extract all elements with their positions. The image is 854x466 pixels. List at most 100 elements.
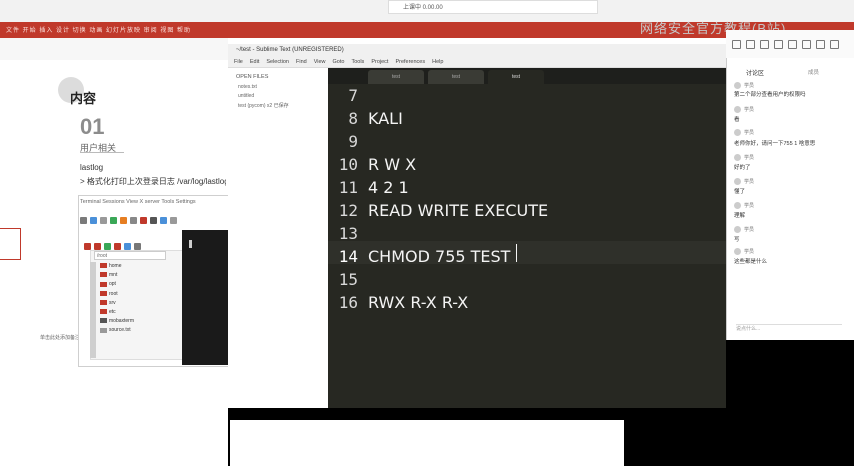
sublime-title-bar[interactable]: ~/test - Sublime Text (UNREGISTERED): [228, 44, 728, 57]
tools-icon[interactable]: [120, 217, 127, 224]
list-item[interactable]: srv: [100, 299, 134, 308]
slide-line-2: > 格式化打印上次登录日志 /var/log/lastlog: [80, 177, 226, 186]
help-icon[interactable]: [150, 217, 157, 224]
code-lines: 7 8 KALI 9 10 R W X 11 4 2 1 12 READ WRI…: [328, 84, 728, 314]
ribbon-toolbar: [0, 38, 228, 61]
open-files-header: OPEN FILES: [236, 74, 269, 80]
text-icon[interactable]: [802, 40, 811, 49]
sftp-side-tabs[interactable]: [90, 262, 96, 358]
menu-file[interactable]: File: [234, 59, 243, 65]
session-icon[interactable]: [90, 217, 97, 224]
menu-preferences[interactable]: Preferences: [395, 59, 425, 65]
code-line[interactable]: R W X: [368, 153, 416, 176]
view-icon[interactable]: [100, 217, 107, 224]
sftp-toolbar: [84, 237, 180, 250]
list-item[interactable]: etc: [100, 308, 134, 317]
chat-message: 理解: [734, 213, 746, 219]
line-number: 15: [338, 270, 358, 289]
text-caret: [516, 244, 517, 262]
share-icon[interactable]: [746, 40, 755, 49]
code-line-current[interactable]: CHMOD 755 TEST: [368, 245, 510, 268]
avatar: [734, 129, 741, 136]
powerpoint-menu[interactable]: 文件 开始 插入 设计 切换 动画 幻灯片放映 审阅 视图 帮助: [6, 25, 191, 34]
chat-message: 老师你好，请问一下755 1 啥意思: [734, 141, 816, 147]
avatar: [734, 202, 741, 209]
chat-toolbar: [726, 30, 854, 58]
chat-tab-discussion[interactable]: 讨论区: [746, 68, 764, 77]
editor-tab[interactable]: test: [428, 70, 484, 84]
terminal-icon[interactable]: [80, 217, 87, 224]
new-file-icon[interactable]: [134, 243, 141, 250]
code-line[interactable]: KALI: [368, 107, 403, 130]
sublime-sidebar: OPEN FILES notes.txt untitled test (pyco…: [228, 68, 328, 408]
xserver-icon[interactable]: [110, 217, 117, 224]
list-item[interactable]: root: [100, 290, 134, 299]
delete-icon[interactable]: [114, 243, 121, 250]
eraser-icon[interactable]: [774, 40, 783, 49]
slide-thumbnail[interactable]: [0, 228, 21, 260]
menu-help[interactable]: Help: [432, 59, 443, 65]
settings-icon[interactable]: [140, 217, 147, 224]
bookmark-icon[interactable]: [816, 40, 825, 49]
list-item[interactable]: home: [100, 262, 134, 271]
line-number-current: 14: [338, 247, 358, 266]
list-item[interactable]: opt: [100, 280, 134, 289]
upload-icon[interactable]: [84, 243, 91, 250]
menu-selection[interactable]: Selection: [266, 59, 289, 65]
download-icon[interactable]: [94, 243, 101, 250]
terminal-menu-bar[interactable]: Terminal Sessions View X server Tools Se…: [80, 199, 196, 205]
editor-tab-active[interactable]: test: [488, 70, 544, 84]
sidebar-file[interactable]: notes.txt: [238, 84, 257, 90]
pen-icon[interactable]: [732, 40, 741, 49]
line-number: 11: [338, 178, 358, 197]
close-icon[interactable]: [830, 40, 839, 49]
sidebar-file[interactable]: test (pycom) x2 已保存: [238, 102, 289, 109]
list-item[interactable]: source.txt: [100, 326, 134, 335]
split-icon[interactable]: [160, 217, 167, 224]
avatar: [734, 154, 741, 161]
line-number: 16: [338, 293, 358, 312]
multiexec-icon[interactable]: [170, 217, 177, 224]
sftp-path-input[interactable]: /root: [94, 251, 166, 260]
browser-tab[interactable]: 上课中 0.00.00: [388, 0, 598, 14]
avatar: [734, 248, 741, 255]
menu-find[interactable]: Find: [296, 59, 307, 65]
menu-tools[interactable]: Tools: [351, 59, 364, 65]
chat-username: 学员: [744, 130, 755, 136]
chat-tab-members[interactable]: 成员: [808, 68, 819, 76]
slide-line-1: lastlog: [80, 163, 104, 172]
chat-message: 写: [734, 237, 740, 243]
slide-section-number: 01: [80, 114, 105, 139]
background-window: [230, 420, 624, 466]
terminal-pane[interactable]: [182, 230, 228, 365]
code-line[interactable]: 4 2 1: [368, 176, 409, 199]
new-folder-icon[interactable]: [124, 243, 131, 250]
menu-project[interactable]: Project: [371, 59, 388, 65]
slide-notes[interactable]: 单击此处添加备注: [40, 334, 80, 341]
camera-area: [726, 340, 854, 466]
code-line[interactable]: RWX R-X R-X: [368, 291, 468, 314]
board-icon[interactable]: [760, 40, 769, 49]
chat-input[interactable]: 说点什么...: [736, 324, 842, 337]
avatar: [734, 82, 741, 89]
code-line[interactable]: READ WRITE EXECUTE: [368, 199, 548, 222]
slide-divider: [80, 152, 124, 153]
sidebar-file[interactable]: untitled: [238, 93, 254, 99]
avatar: [734, 106, 741, 113]
list-item[interactable]: mobaxterm: [100, 317, 134, 326]
list-item[interactable]: mnt: [100, 271, 134, 280]
sublime-menu-bar: File Edit Selection Find View Goto Tools Projec…: [228, 57, 728, 68]
folder-icon: [100, 263, 107, 269]
chat-username: 学员: [744, 83, 755, 89]
chat-message: 懂了: [734, 189, 746, 195]
menu-view[interactable]: View: [314, 59, 326, 65]
editor-tab[interactable]: test: [368, 70, 424, 84]
refresh-icon[interactable]: [104, 243, 111, 250]
folder-icon: [100, 290, 107, 296]
menu-goto[interactable]: Goto: [333, 59, 345, 65]
slide-title: 内容: [70, 91, 97, 106]
chat-username: 学员: [744, 249, 755, 255]
games-icon[interactable]: [130, 217, 137, 224]
shape-icon[interactable]: [788, 40, 797, 49]
menu-edit[interactable]: Edit: [250, 59, 259, 65]
